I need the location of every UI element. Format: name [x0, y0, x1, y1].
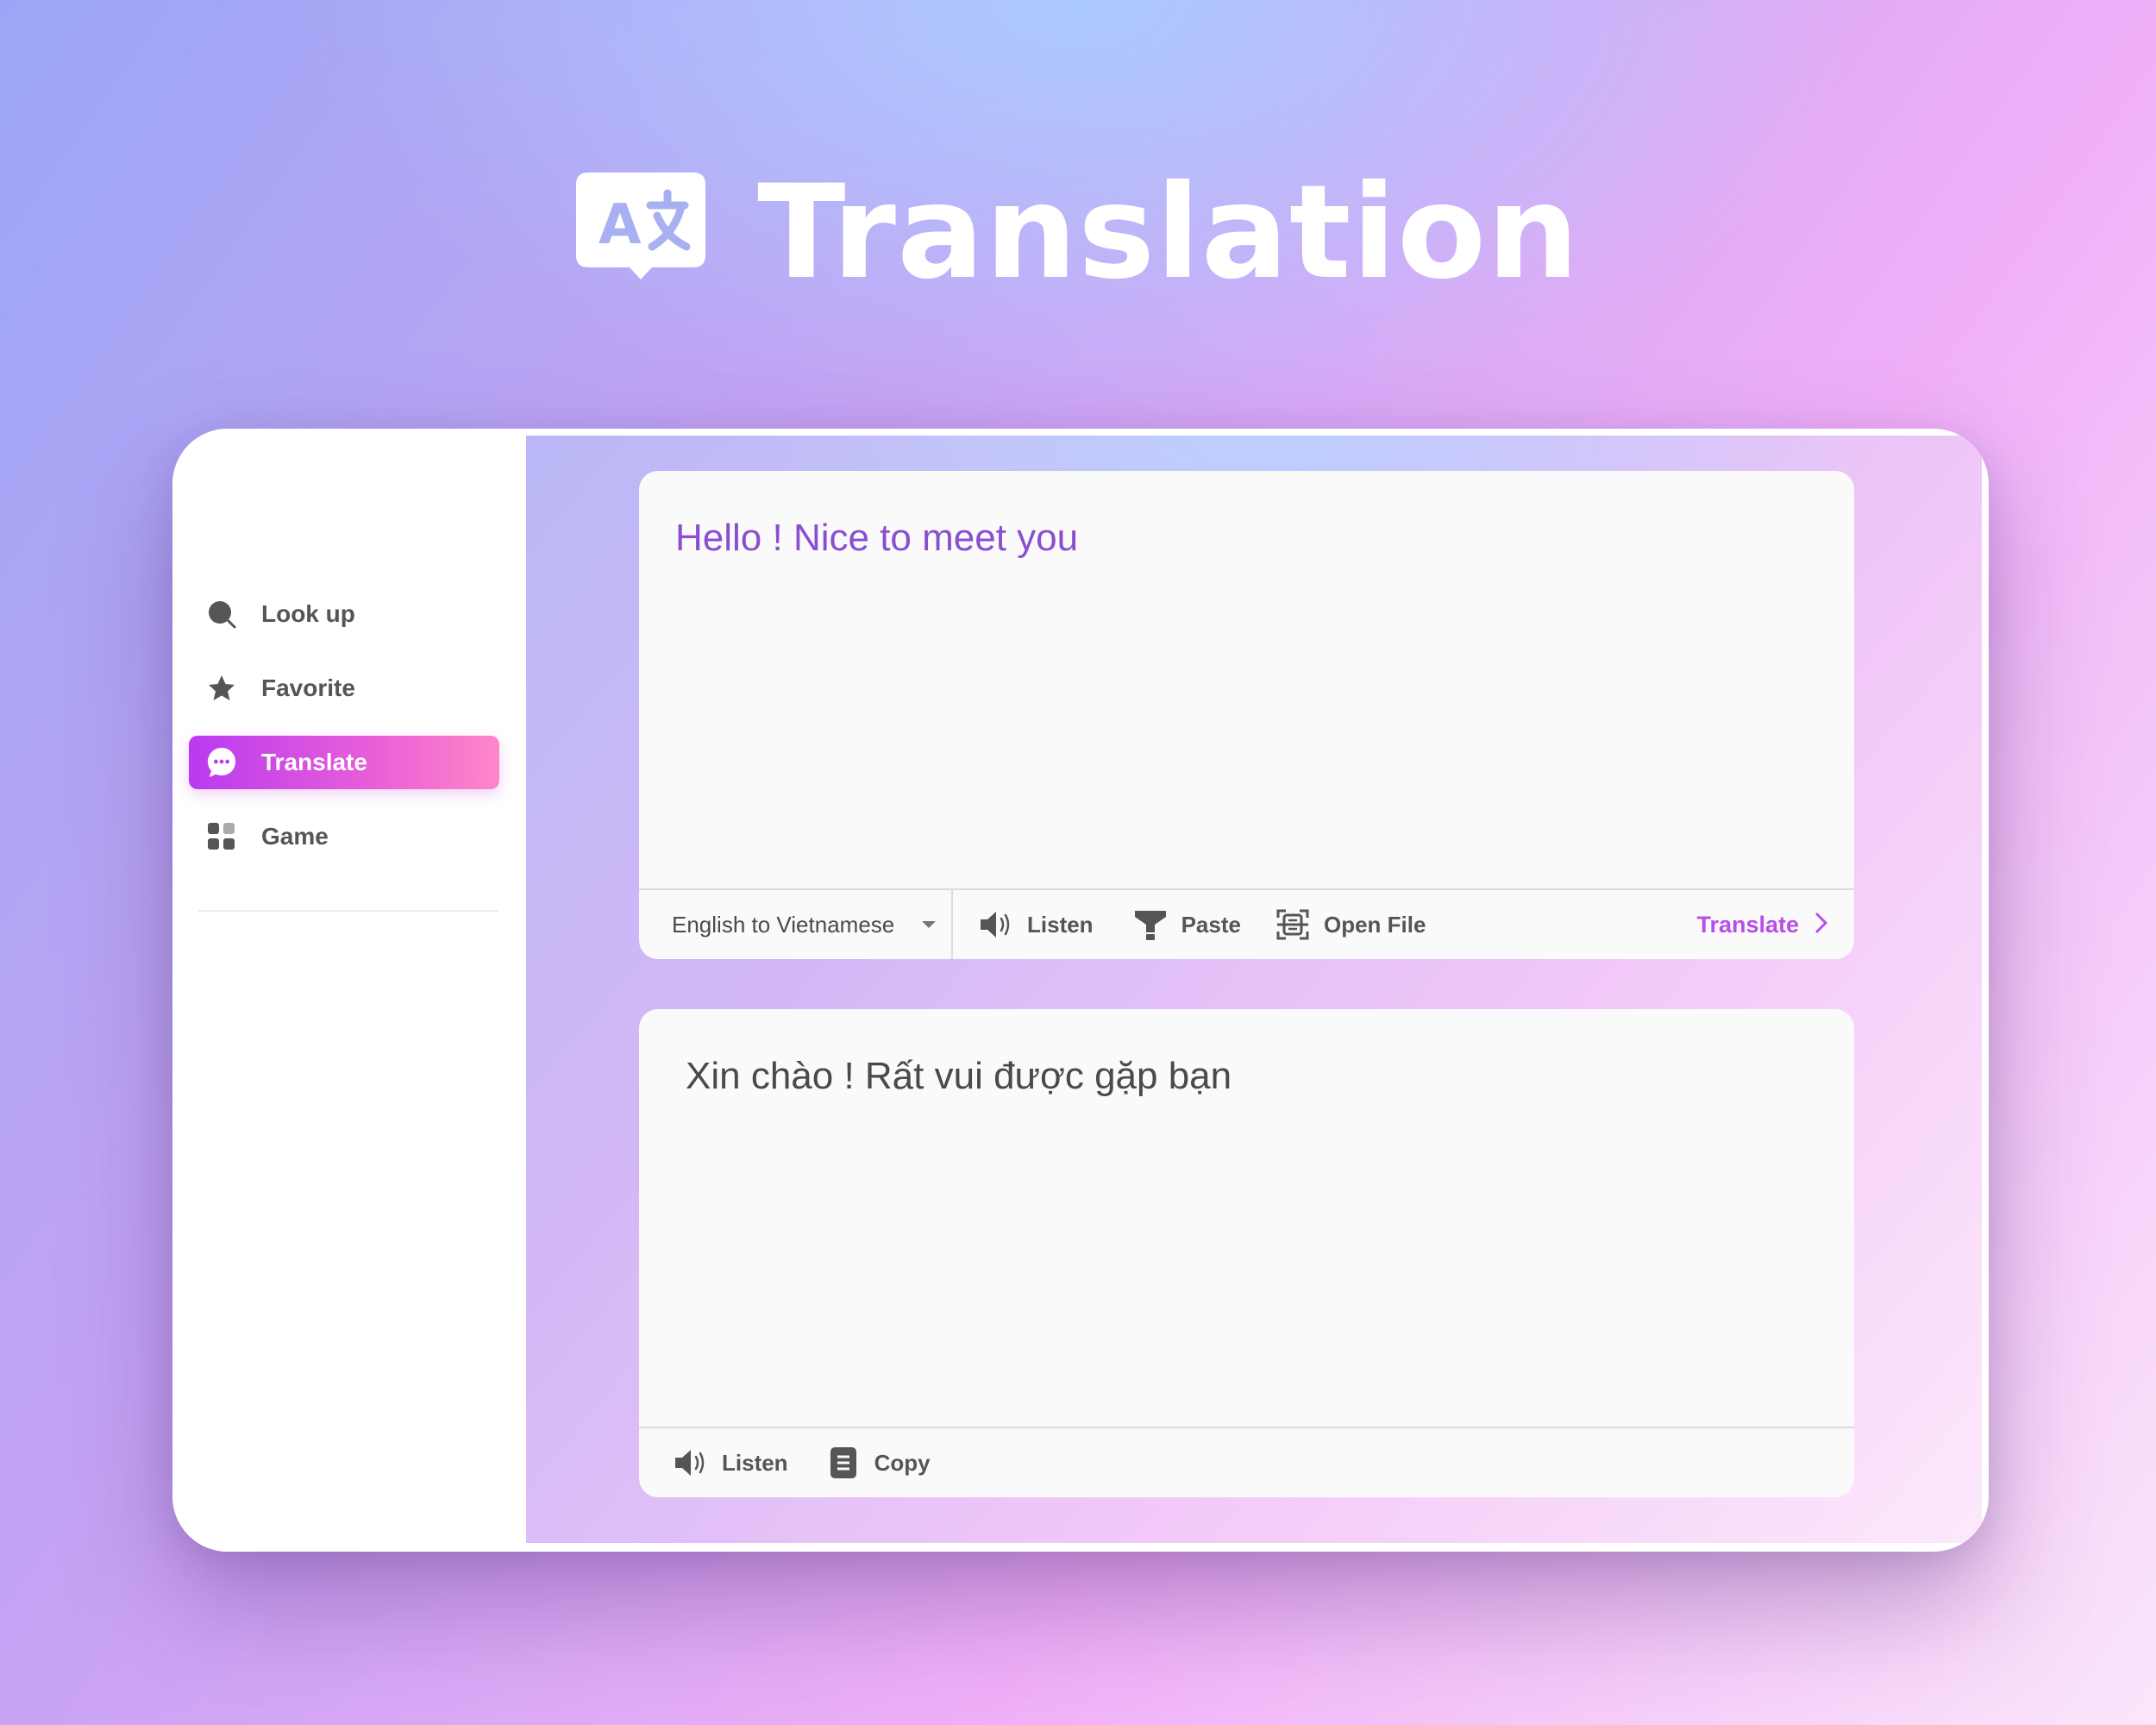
sidebar: Look up Favorite Translate Game: [172, 429, 526, 1552]
chevron-right-icon: [1814, 912, 1828, 938]
sidebar-item-favorite[interactable]: Favorite: [189, 662, 499, 715]
grid-icon: [206, 821, 237, 852]
search-icon: [206, 599, 237, 630]
translate-bubble-icon: A: [576, 172, 706, 279]
language-select[interactable]: English to Vietnamese: [639, 890, 953, 959]
chevron-down-icon: [922, 921, 936, 928]
source-text-input[interactable]: Hello ! Nice to meet you: [675, 516, 1078, 561]
copy-button-label: Copy: [874, 1449, 931, 1476]
sidebar-item-look-up[interactable]: Look up: [189, 587, 499, 641]
paste-icon: [1133, 907, 1168, 942]
page-title: Translation: [757, 158, 1580, 308]
chat-bubble-icon: [206, 747, 237, 778]
sidebar-divider: [198, 910, 498, 912]
sidebar-item-translate[interactable]: Translate: [189, 736, 499, 789]
translate-button[interactable]: Translate: [1696, 890, 1828, 959]
open-file-button[interactable]: Open File: [1275, 890, 1426, 959]
target-card: Xin chào ! Rất vui được gặp bạn Listen C…: [639, 1009, 1854, 1497]
scan-file-icon: [1275, 907, 1310, 942]
copy-icon: [826, 1446, 861, 1480]
speaker-icon: [674, 1446, 708, 1480]
copy-button[interactable]: Copy: [826, 1428, 931, 1497]
hero-header: A Translation: [0, 164, 2156, 302]
listen-button-label: Listen: [1027, 911, 1094, 938]
target-toolbar: Listen Copy: [639, 1427, 1854, 1497]
open-file-button-label: Open File: [1323, 911, 1426, 938]
source-toolbar: English to Vietnamese Listen Paste Open …: [639, 888, 1854, 959]
svg-text:A: A: [599, 193, 642, 257]
source-card: Hello ! Nice to meet you English to Viet…: [639, 471, 1854, 959]
speaker-icon: [979, 907, 1013, 942]
sidebar-item-label: Game: [261, 823, 329, 850]
sidebar-item-label: Look up: [261, 600, 355, 627]
app-window: Look up Favorite Translate Game Hello ! …: [172, 429, 1989, 1552]
main-panel: Hello ! Nice to meet you English to Viet…: [526, 436, 1982, 1543]
language-select-value: English to Vietnamese: [672, 911, 895, 938]
sidebar-item-label: Translate: [261, 749, 367, 775]
translated-text: Xin chào ! Rất vui được gặp bạn: [686, 1055, 1232, 1097]
sidebar-item-label: Favorite: [261, 674, 355, 701]
listen-translation-label: Listen: [722, 1449, 788, 1476]
paste-button-label: Paste: [1181, 911, 1241, 938]
translate-button-label: Translate: [1696, 911, 1799, 938]
sidebar-item-game[interactable]: Game: [189, 810, 499, 863]
listen-button[interactable]: Listen: [979, 890, 1094, 959]
paste-button[interactable]: Paste: [1133, 890, 1241, 959]
listen-translation-button[interactable]: Listen: [674, 1428, 788, 1497]
star-icon: [206, 673, 237, 704]
